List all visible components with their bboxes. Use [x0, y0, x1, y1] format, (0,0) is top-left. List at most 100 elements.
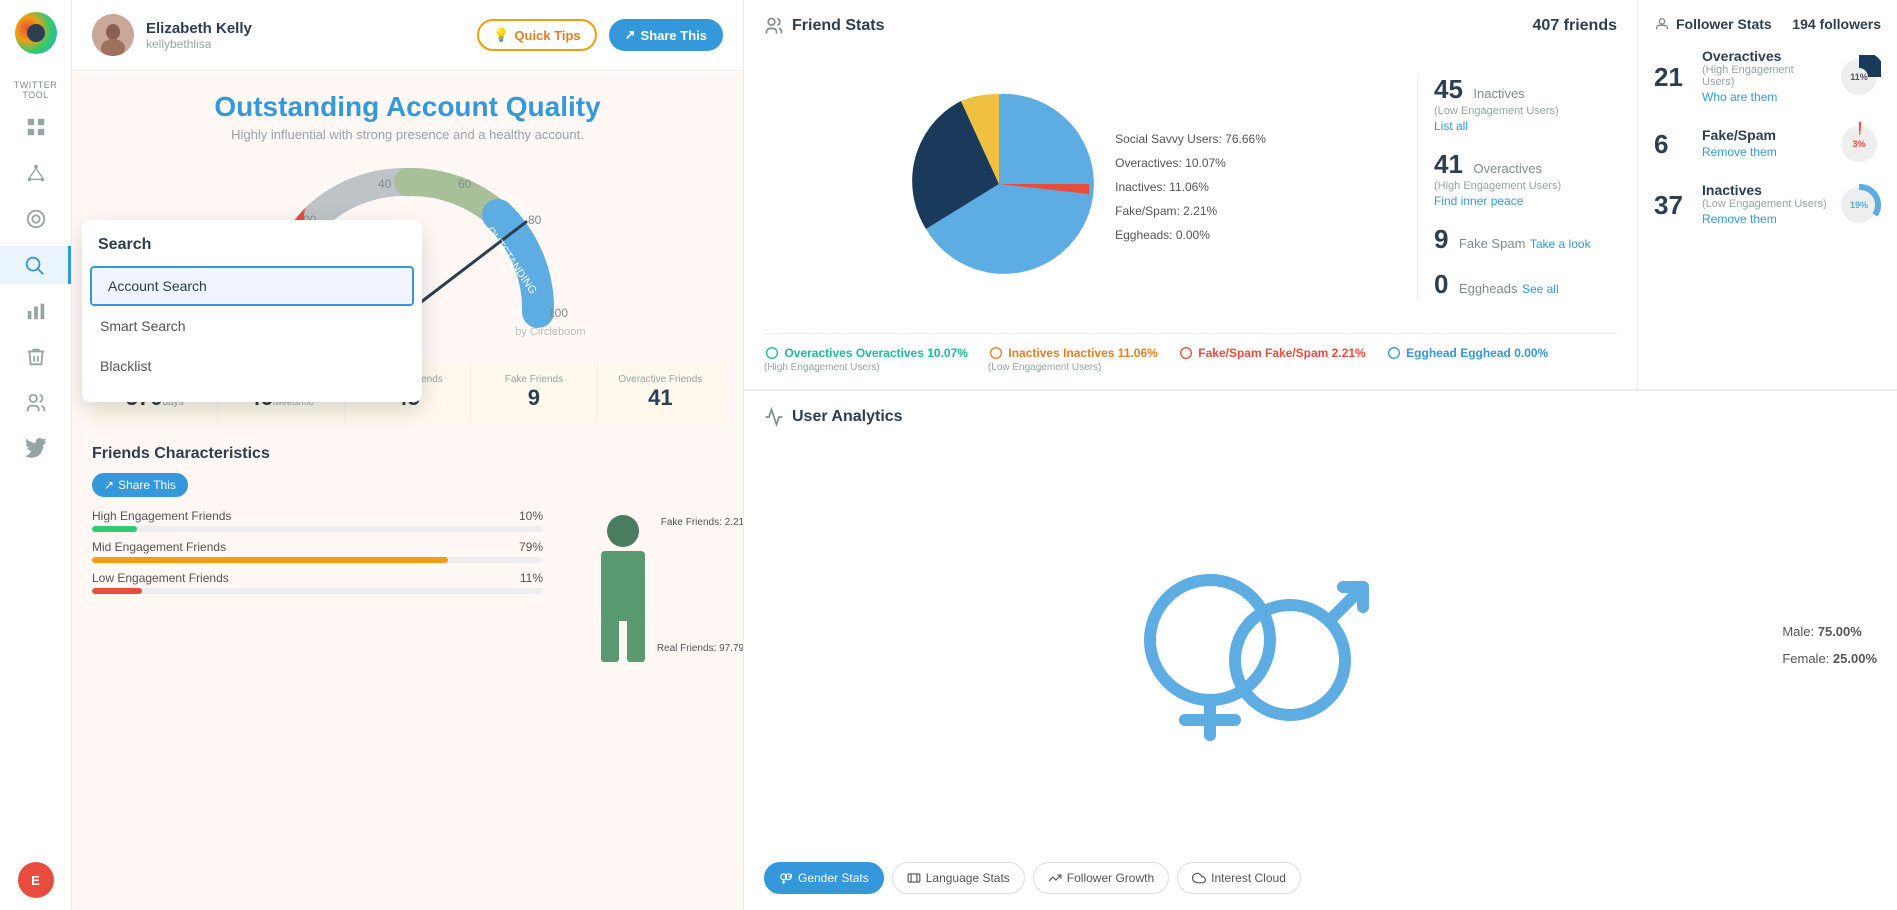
female-stat: Female: 25.00% — [1782, 651, 1877, 666]
legend-overactives: Overactives: 10.07% — [1115, 151, 1266, 175]
friend-stats-body: Social Savvy Users: 76.66% Overactives: … — [764, 48, 1617, 325]
friend-stats-title: Friend Stats — [764, 16, 884, 36]
fstat-inactives: 45 Inactives (Low Engagement Users) List… — [1434, 74, 1617, 135]
fakespam-pct: 3% — [1852, 139, 1865, 149]
sidebar-item-users[interactable] — [0, 384, 71, 422]
tab-gender-stats[interactable]: Gender Stats — [764, 862, 884, 894]
stat-overactive-friends: Overactive Friends 41 — [598, 362, 723, 423]
tab-interest-cloud[interactable]: Interest Cloud — [1177, 862, 1301, 894]
share-friends-icon: ↗ — [104, 478, 114, 492]
sidebar-item-circle[interactable] — [0, 200, 71, 238]
friend-stats-panel: Friend Stats 407 friends — [744, 0, 1637, 389]
left-panel: Elizabeth Kelly kellybethlisa 💡 Quick Ti… — [72, 0, 744, 910]
annotation-real-friends: Real Friends: 97.79% — [657, 643, 744, 654]
friends-characteristics-body: High Engagement Friends 10% Mid Engageme… — [92, 509, 723, 674]
user-avatar-sidebar[interactable]: E — [18, 862, 54, 898]
tab-follower-growth[interactable]: Follower Growth — [1033, 862, 1169, 894]
quality-title: Outstanding Account Quality — [72, 91, 743, 123]
legend-eggheads: Eggheads: 0.00% — [1115, 223, 1266, 247]
overactives-bottom-label: Overactives Overactives 10.07% — [784, 346, 967, 360]
pie-legend: Social Savvy Users: 76.66% Overactives: … — [1115, 127, 1266, 247]
growth-tab-icon — [1048, 871, 1062, 885]
svg-text:60: 60 — [458, 177, 472, 191]
fakespam-bottom-label: Fake/Spam Fake/Spam 2.21% — [1198, 346, 1365, 360]
gender-visual — [764, 439, 1766, 850]
follower-fakespam: 6 Fake/Spam Remove them 3% — [1654, 122, 1881, 166]
friend-stats-count: 407 friends — [1533, 17, 1617, 35]
take-a-look-link[interactable]: Take a look — [1530, 237, 1591, 251]
male-stat: Male: 75.00% — [1782, 624, 1877, 639]
overactives-pct: 11% — [1850, 72, 1868, 82]
follower-stats-header: Follower Stats 194 followers — [1654, 16, 1881, 32]
list-all-link[interactable]: List all — [1434, 119, 1468, 133]
share-icon: ↗ — [625, 27, 636, 43]
analytics-header: User Analytics — [764, 407, 1877, 427]
inactives-bottom-icon — [988, 345, 1004, 361]
sidebar-item-delete[interactable] — [0, 338, 71, 376]
friend-stat-high: High Engagement Friends 10% — [92, 509, 543, 532]
main-content: Elizabeth Kelly kellybethlisa 💡 Quick Ti… — [72, 0, 1897, 910]
bottom-row: User Analytics — [744, 390, 1897, 910]
fakespam-bottom-icon — [1178, 345, 1194, 361]
find-inner-peace-link[interactable]: Find inner peace — [1434, 194, 1523, 208]
grid-icon — [25, 116, 47, 138]
sidebar-item-dashboard[interactable] — [0, 108, 71, 146]
sidebar-item-analytics[interactable] — [0, 292, 71, 330]
cloud-tab-icon — [1192, 871, 1206, 885]
bar-chart-icon — [25, 300, 47, 322]
see-all-link[interactable]: See all — [1522, 282, 1559, 296]
friend-stats-bottom: Overactives Overactives 10.07% (High Eng… — [764, 333, 1617, 373]
fstat-eggheads: 0 Eggheads See all — [1434, 269, 1617, 300]
quality-subtitle: Highly influential with strong presence … — [72, 127, 743, 142]
stat-fake-friends: Fake Friends 9 — [471, 362, 596, 423]
svg-text:100: 100 — [548, 306, 568, 320]
bottom-overactives: Overactives Overactives 10.07% (High Eng… — [764, 344, 968, 373]
remove-them-fakespam-link[interactable]: Remove them — [1702, 145, 1777, 159]
share-friends-button[interactable]: ↗ Share This — [92, 473, 188, 497]
gender-stats-text: Male: 75.00% Female: 25.00% — [1782, 439, 1877, 850]
bottom-fakespam: Fake/Spam Fake/Spam 2.21% — [1178, 344, 1366, 373]
egghead-bottom-icon — [1386, 345, 1402, 361]
search-icon — [23, 254, 45, 276]
friends-bars: High Engagement Friends 10% Mid Engageme… — [92, 509, 543, 674]
network-icon — [25, 162, 47, 184]
avatar-image — [92, 14, 134, 56]
search-item-smart[interactable]: Smart Search — [82, 306, 422, 346]
follower-stats-icon — [1654, 16, 1670, 32]
search-item-blacklist[interactable]: Blacklist — [82, 346, 422, 386]
search-item-account[interactable]: Account Search — [90, 266, 414, 306]
tab-language-stats[interactable]: Language Stats — [892, 862, 1025, 894]
friend-stats-numbers: 45 Inactives (Low Engagement Users) List… — [1417, 74, 1617, 300]
follower-overactives: 21 Overactives (High Engagement Users) W… — [1654, 48, 1881, 106]
fstat-fakespam: 9 Fake Spam Take a look — [1434, 224, 1617, 255]
twitter-icon — [25, 438, 47, 460]
friend-stat-low: Low Engagement Friends 11% — [92, 571, 543, 594]
sidebar-item-network[interactable] — [0, 154, 71, 192]
share-this-header-button[interactable]: ↗ Share This — [609, 19, 723, 51]
users-icon — [25, 392, 47, 414]
friend-stat-mid: Mid Engagement Friends 79% — [92, 540, 543, 563]
pie-wrapper — [899, 84, 1099, 289]
sidebar-item-search[interactable] — [0, 246, 71, 284]
quick-tips-icon: 💡 — [493, 27, 509, 43]
who-are-them-link[interactable]: Who are them — [1702, 90, 1777, 104]
follower-inactives-chart: 19% — [1837, 183, 1881, 227]
sidebar-item-twitter[interactable] — [0, 430, 71, 468]
legend-fakespam: Fake/Spam: 2.21% — [1115, 199, 1266, 223]
low-engagement-bar — [92, 588, 142, 594]
logo-inner — [27, 24, 45, 42]
top-row: Friend Stats 407 friends — [744, 0, 1897, 390]
fstat-overactives: 41 Overactives (High Engagement Users) F… — [1434, 149, 1617, 210]
app-logo — [15, 12, 57, 54]
remove-them-inactives-link[interactable]: Remove them — [1702, 212, 1777, 226]
analytics-body: Male: 75.00% Female: 25.00% — [764, 439, 1877, 850]
powered-by: by Circleboom — [515, 326, 585, 338]
follower-stats-panel: Follower Stats 194 followers 21 Overacti… — [1637, 0, 1897, 389]
annotation-fake-friends: Fake Friends: 2.21% — [661, 517, 744, 528]
pie-svg — [899, 84, 1099, 284]
app-name-label: TWITTER TOOL — [0, 80, 71, 100]
right-main: Friend Stats 407 friends — [744, 0, 1897, 910]
user-handle: kellybethlisa — [146, 37, 465, 51]
gender-tab-icon — [779, 871, 793, 885]
quick-tips-button[interactable]: 💡 Quick Tips — [477, 19, 596, 51]
